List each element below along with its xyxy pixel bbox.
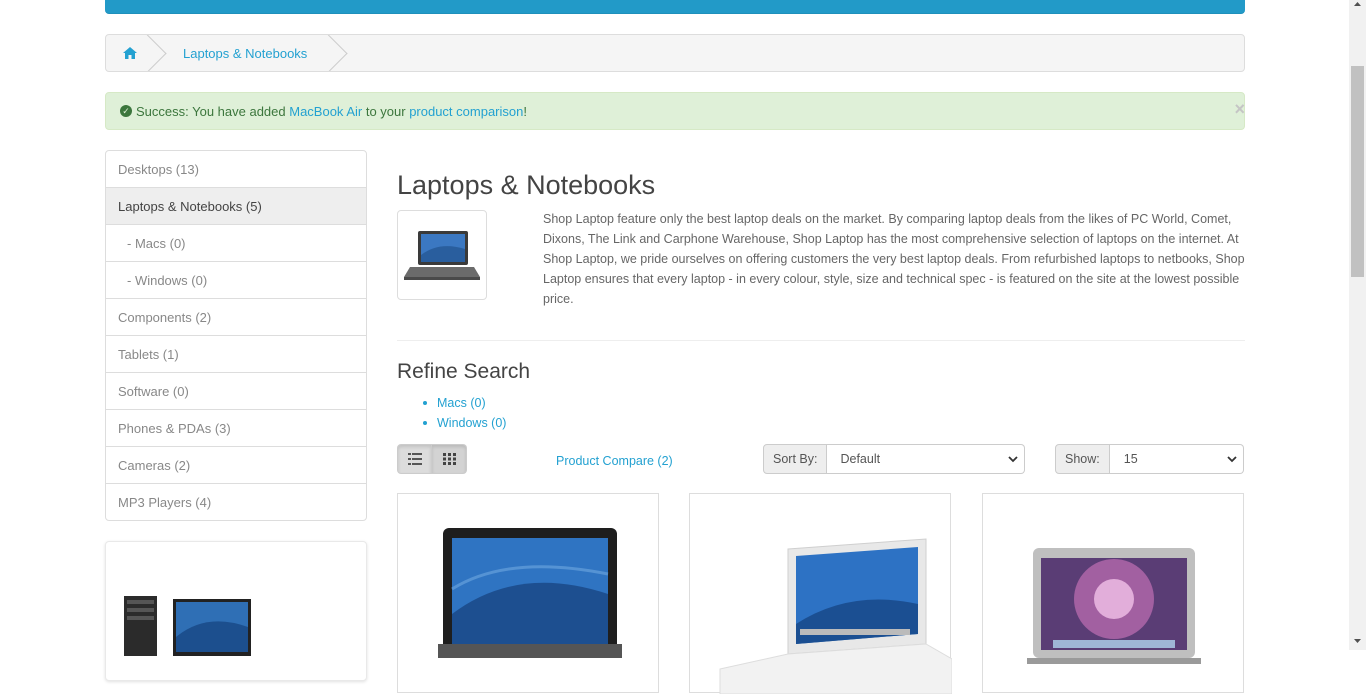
chevron-down-icon: [1227, 455, 1237, 462]
product-card[interactable]: [397, 493, 659, 693]
breadcrumb: Laptops & Notebooks: [105, 34, 1245, 72]
sidebar-item-macs[interactable]: - Macs (0): [106, 225, 366, 262]
page-scrollbar[interactable]: [1349, 0, 1366, 650]
sidebar-item-desktops[interactable]: Desktops (13): [106, 151, 366, 188]
sidebar-item-cameras[interactable]: Cameras (2): [106, 447, 366, 484]
category-thumbnail: [397, 210, 487, 300]
product-image[interactable]: [983, 494, 1245, 694]
category-description: Shop Laptop feature only the best laptop…: [543, 212, 1245, 306]
sidebar-item-mp3-players[interactable]: MP3 Players (4): [106, 484, 366, 520]
view-toggle-group: [397, 444, 467, 474]
sort-control: Sort By: Default: [763, 444, 1026, 474]
product-compare-link[interactable]: Product Compare (2): [556, 454, 673, 468]
chevron-down-icon: [1008, 455, 1019, 462]
scroll-up-arrow-icon[interactable]: [1353, 0, 1362, 9]
alert-comparison-link[interactable]: product comparison: [409, 104, 523, 119]
product-image[interactable]: [398, 494, 660, 694]
check-circle-icon: ✓: [120, 105, 132, 117]
scrollbar-thumb[interactable]: [1351, 66, 1364, 277]
list-view-icon: [407, 453, 422, 465]
page-title: Laptops & Notebooks: [397, 170, 656, 200]
product-image[interactable]: [690, 494, 952, 694]
scroll-down-arrow-icon[interactable]: [1353, 636, 1362, 645]
product-card[interactable]: [982, 493, 1244, 693]
home-icon[interactable]: [123, 47, 137, 59]
list-view-button[interactable]: [397, 444, 432, 474]
grid-view-button[interactable]: [432, 444, 467, 474]
refine-search-list: Macs (0) Windows (0): [423, 396, 506, 436]
sidebar-item-laptops[interactable]: Laptops & Notebooks (5): [106, 188, 366, 225]
product-card[interactable]: [689, 493, 952, 694]
sort-label: Sort By:: [763, 444, 828, 474]
banner-image: [124, 596, 251, 656]
breadcrumb-current-link[interactable]: Laptops & Notebooks: [183, 46, 307, 61]
list-item: Windows (0): [423, 416, 506, 436]
category-list: Desktops (13) Laptops & Notebooks (5) - …: [105, 150, 367, 521]
laptop-image: [404, 231, 480, 280]
breadcrumb-home[interactable]: [106, 35, 154, 71]
sidebar-banner[interactable]: [105, 541, 367, 681]
refine-link-macs[interactable]: Macs (0): [437, 396, 486, 410]
sidebar-item-windows[interactable]: - Windows (0): [106, 262, 366, 299]
sort-select[interactable]: Default: [827, 444, 1026, 474]
sidebar-item-software[interactable]: Software (0): [106, 373, 366, 410]
breadcrumb-item[interactable]: Laptops & Notebooks: [154, 35, 335, 71]
sidebar-item-components[interactable]: Components (2): [106, 299, 366, 336]
show-value: 15: [1123, 452, 1138, 466]
sidebar-item-phones[interactable]: Phones & PDAs (3): [106, 410, 366, 447]
success-alert: ✓ Success: You have added MacBook Air to…: [105, 92, 1245, 130]
close-icon[interactable]: ×: [1234, 99, 1245, 120]
grid-view-icon: [442, 453, 456, 465]
list-item: Macs (0): [423, 396, 506, 416]
divider: [397, 340, 1245, 341]
refine-link-windows[interactable]: Windows (0): [437, 416, 506, 430]
alert-middle: to your: [362, 103, 410, 119]
alert-suffix: !: [523, 103, 527, 119]
limit-control: Show: 15: [1055, 444, 1244, 474]
sort-value: Default: [840, 452, 881, 466]
show-label: Show:: [1055, 444, 1110, 474]
show-select[interactable]: 15: [1109, 444, 1244, 474]
refine-search-title: Refine Search: [397, 360, 531, 383]
alert-prefix: Success: You have added: [136, 103, 290, 119]
top-menu-bar: [105, 0, 1245, 14]
alert-product-link[interactable]: MacBook Air: [289, 104, 362, 119]
sidebar-item-tablets[interactable]: Tablets (1): [106, 336, 366, 373]
